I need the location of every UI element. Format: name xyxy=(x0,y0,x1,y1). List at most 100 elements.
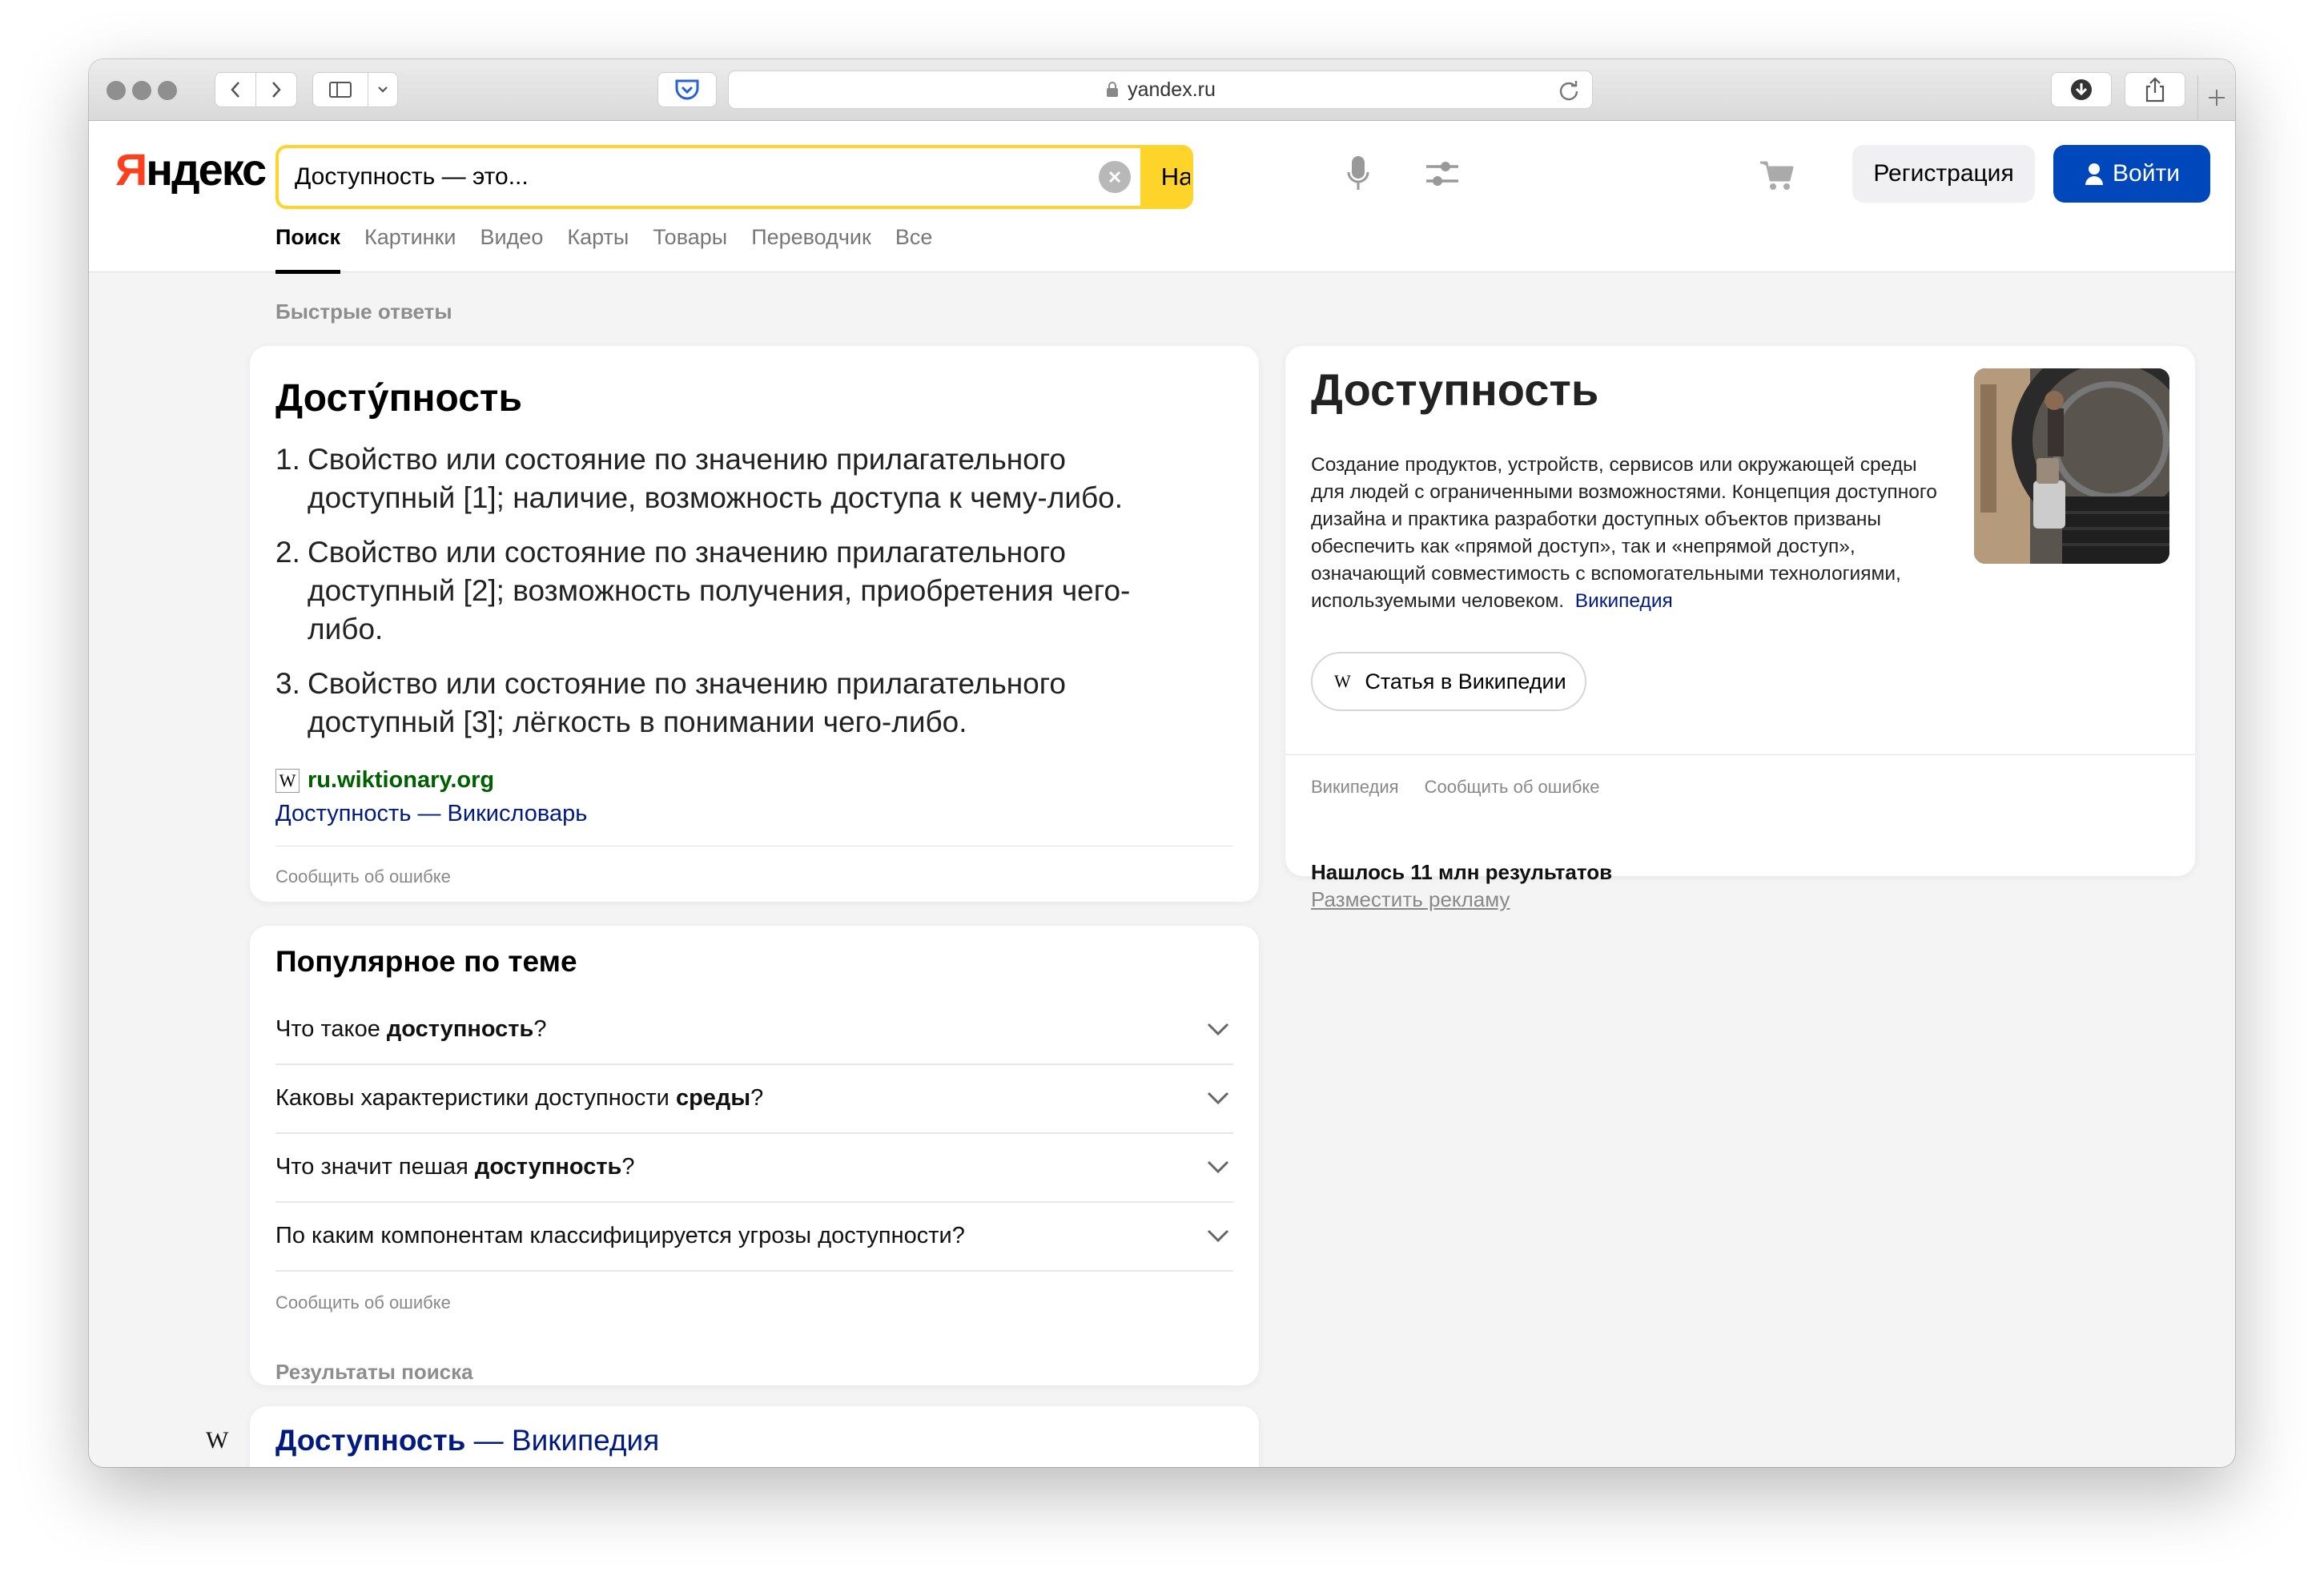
login-button[interactable]: Войти xyxy=(2053,145,2210,203)
faq-text-part: ? xyxy=(533,1015,547,1042)
search-result-title-link[interactable]: Доступность — Википедия xyxy=(275,1424,659,1457)
faq-question[interactable]: Что значит пешая доступность? xyxy=(275,1132,1233,1203)
result-title-rest: — Википедия xyxy=(465,1424,660,1457)
pocket-button[interactable] xyxy=(657,72,717,107)
share-button[interactable] xyxy=(2125,72,2185,107)
user-icon xyxy=(2085,163,2104,185)
faq-text-part: По каким компонентам классифицируется уг… xyxy=(275,1222,965,1248)
sidebar-icon xyxy=(329,82,352,98)
clear-search-button[interactable] xyxy=(1099,161,1131,193)
yandex-header: Яндекс Найти Регистрация Войти Поиск Кар… xyxy=(89,121,2235,274)
back-button[interactable] xyxy=(215,72,256,107)
lock-icon xyxy=(1107,82,1119,97)
search-result-card: Доступность — Википедия xyxy=(250,1406,1259,1467)
entity-wiki-link[interactable]: Википедия xyxy=(1575,590,1673,612)
definition-number: 2. xyxy=(275,536,300,569)
close-window-button[interactable] xyxy=(107,81,126,100)
yandex-logo[interactable]: Яндекс xyxy=(115,143,267,195)
tab-maps[interactable]: Карты xyxy=(567,225,629,274)
tab-translator[interactable]: Переводчик xyxy=(751,225,871,274)
definition-text: Свойство или состояние по значению прила… xyxy=(308,667,1067,738)
browser-window: yandex.ru Яндекс Найти Регистрация xyxy=(89,59,2235,1467)
search-box: Найти xyxy=(275,145,1193,209)
tab-video[interactable]: Видео xyxy=(480,225,543,274)
microphone-icon[interactable] xyxy=(1346,155,1370,193)
definition-item: 1. Свойство или состояние по значению при… xyxy=(275,440,1204,517)
logo-first-letter: Я xyxy=(115,144,147,195)
entity-source-link[interactable]: Википедия xyxy=(1311,777,1399,798)
browser-toolbar: yandex.ru xyxy=(89,59,2235,121)
tab-all[interactable]: Все xyxy=(895,225,933,274)
chevron-down-icon xyxy=(1203,1228,1233,1243)
faq-question[interactable]: Что такое доступность? xyxy=(275,995,1233,1065)
quick-answers-label: Быстрые ответы xyxy=(275,300,452,324)
filter-settings-icon[interactable] xyxy=(1425,159,1460,188)
report-error-link[interactable]: Сообщить об ошибке xyxy=(275,866,451,887)
close-icon xyxy=(1108,171,1121,183)
faq-question-text: Что значит пешая доступность? xyxy=(275,1154,635,1180)
source-domain: ru.wiktionary.org xyxy=(308,767,495,793)
logo-rest: ндекс xyxy=(146,144,267,195)
faq-question[interactable]: Каковы характеристики доступности среды? xyxy=(275,1063,1233,1134)
new-tab-button[interactable] xyxy=(2197,75,2235,120)
pocket-icon xyxy=(675,79,699,100)
faq-question-text: Что такое доступность? xyxy=(275,1016,546,1043)
popular-card: Популярное по теме Что такое доступность… xyxy=(250,926,1259,1385)
result-title-bold: Доступность xyxy=(275,1424,466,1457)
faq-text-part: Каковы характеристики доступности xyxy=(275,1084,676,1111)
report-error-link[interactable]: Сообщить об ошибке xyxy=(1425,777,1600,798)
search-input[interactable] xyxy=(279,148,1140,206)
entity-photo[interactable] xyxy=(1974,368,2169,564)
plus-icon xyxy=(2209,90,2225,106)
chevron-down-icon xyxy=(1203,1022,1233,1036)
report-error-link[interactable]: Сообщить об ошибке xyxy=(275,1293,451,1313)
tab-images[interactable]: Картинки xyxy=(364,225,456,274)
definition-list: 1. Свойство или состояние по значению при… xyxy=(275,440,1204,758)
faq-text-part: Что значит пешая xyxy=(275,1153,475,1180)
chevron-down-icon xyxy=(1203,1091,1233,1105)
wikipedia-icon: W xyxy=(1331,670,1354,693)
definition-text: Свойство или состояние по значению прила… xyxy=(308,536,1131,645)
entity-title: Доступность xyxy=(1311,364,1599,415)
register-button[interactable]: Регистрация xyxy=(1852,145,2035,203)
address-bar[interactable]: yandex.ru xyxy=(728,70,1593,109)
faq-question[interactable]: По каким компонентам классифицируется уг… xyxy=(275,1201,1233,1272)
divider xyxy=(1285,754,2195,755)
faq-text-bold: доступность xyxy=(474,1153,622,1180)
photo-image xyxy=(1974,368,2169,564)
definition-title: Досту́пность xyxy=(275,377,522,420)
minimize-window-button[interactable] xyxy=(132,81,151,100)
source-title-link[interactable]: Доступность — Викисловарь xyxy=(275,801,587,827)
tab-products[interactable]: Товары xyxy=(653,225,727,274)
entity-description-text: Создание продуктов, устройств, сервисов … xyxy=(1311,454,1937,612)
reload-icon[interactable] xyxy=(1557,78,1581,103)
definition-number: 3. xyxy=(275,667,300,700)
downloads-button[interactable] xyxy=(2051,72,2112,107)
chevron-left-icon xyxy=(231,82,239,98)
sidebar-menu-button[interactable] xyxy=(368,72,398,107)
advertise-link[interactable]: Разместить рекламу xyxy=(1311,887,1510,912)
faq-text-part: ? xyxy=(621,1153,635,1180)
cart-icon[interactable] xyxy=(1759,159,1795,191)
chevron-right-icon xyxy=(272,82,281,98)
download-icon xyxy=(2071,79,2092,100)
tab-search[interactable]: Поиск xyxy=(275,225,341,274)
zoom-window-button[interactable] xyxy=(158,81,177,100)
entity-card: Доступность Создание продуктов, устройст… xyxy=(1285,346,2195,876)
wikipedia-article-button[interactable]: W Статья в Википедии xyxy=(1311,652,1586,711)
definition-item: 2. Свойство или состояние по значению при… xyxy=(275,533,1204,649)
source-domain-link[interactable]: W ru.wiktionary.org xyxy=(275,767,494,794)
search-button[interactable]: Найти xyxy=(1140,148,1190,206)
definition-text: Свойство или состояние по значению прила… xyxy=(308,443,1124,514)
forward-button[interactable] xyxy=(255,72,297,107)
faq-text-part: ? xyxy=(750,1084,764,1111)
faq-question-text: По каким компонентам классифицируется уг… xyxy=(275,1223,965,1249)
results-count: Нашлось 11 млн результатов xyxy=(1311,860,1613,884)
faq-text-part: Что такое xyxy=(275,1015,387,1042)
popular-title: Популярное по теме xyxy=(275,945,577,978)
definition-card: Досту́пность 1. Свойство или состояние по… xyxy=(250,346,1259,902)
faq-question-text: Каковы характеристики доступности среды? xyxy=(275,1085,763,1112)
wiktionary-icon: W xyxy=(275,768,300,793)
sidebar-toggle-button[interactable] xyxy=(312,72,368,107)
definition-number: 1. xyxy=(275,443,300,476)
